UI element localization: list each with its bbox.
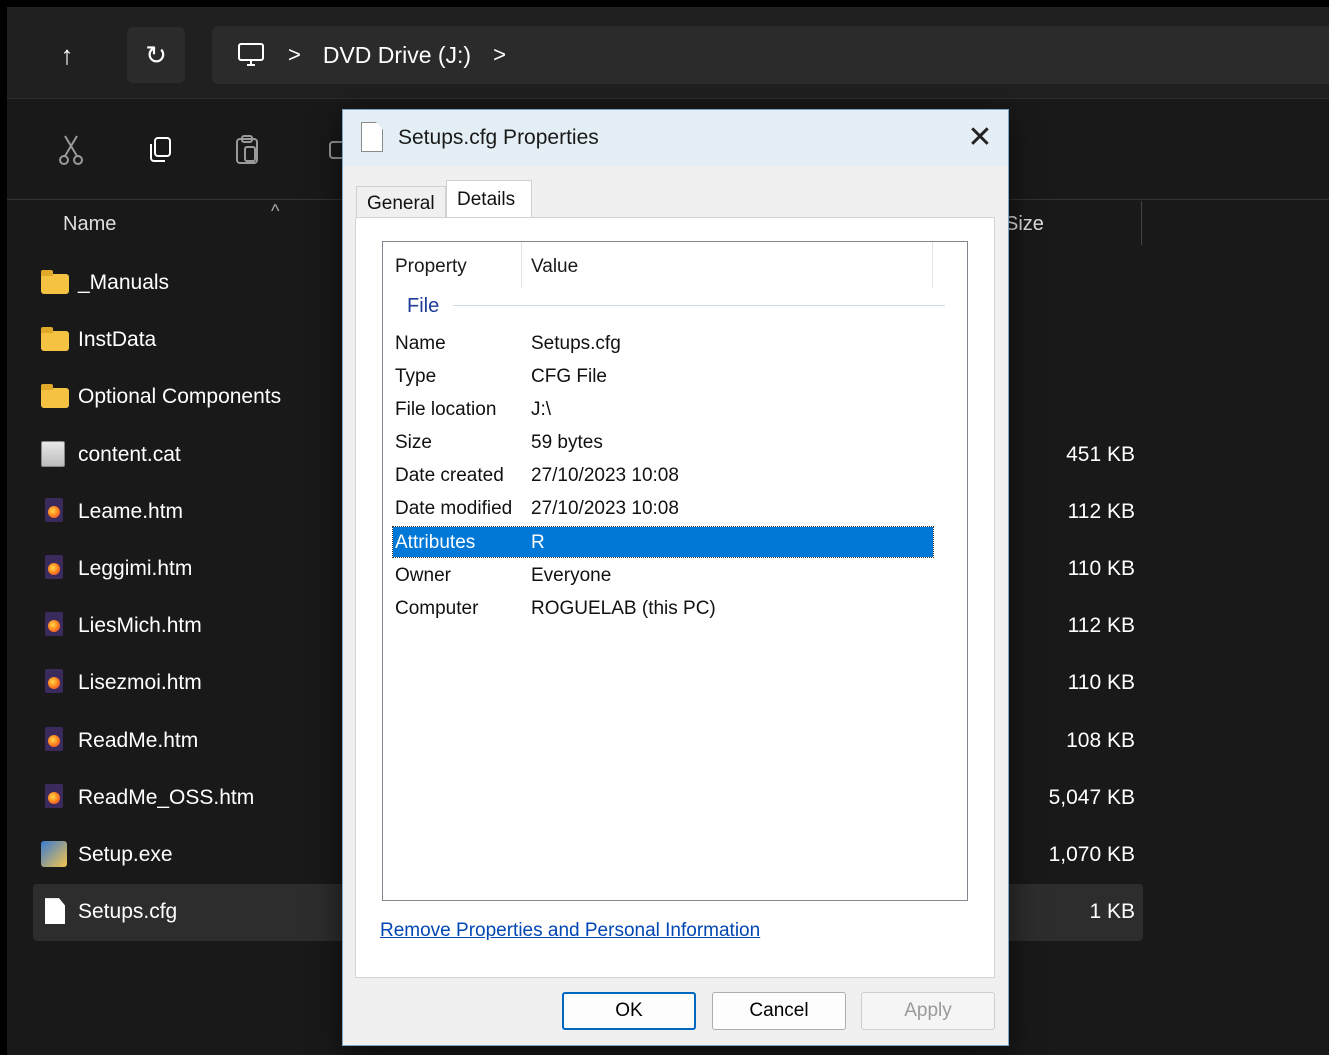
file-size: 108 KB: [1066, 728, 1135, 752]
property-key: Date modified: [395, 498, 513, 519]
property-key: Computer: [395, 598, 479, 619]
document-icon: [361, 122, 383, 152]
property-row[interactable]: Owner Everyone: [393, 560, 933, 590]
file-size: 112 KB: [1067, 499, 1135, 523]
firefox-htm-icon: [45, 669, 63, 694]
file-size: 110 KB: [1067, 556, 1135, 580]
column-divider[interactable]: [1141, 201, 1142, 245]
property-key: Name: [395, 333, 446, 354]
property-key: Owner: [395, 565, 451, 586]
property-value: ROGUELAB (this PC): [531, 598, 716, 619]
property-value: Everyone: [531, 565, 612, 586]
column-header-name[interactable]: Name: [63, 213, 116, 236]
paste-icon[interactable]: [227, 130, 267, 170]
file-size: 112 KB: [1067, 614, 1135, 638]
refresh-button[interactable]: ↻: [127, 27, 185, 83]
tab-general[interactable]: General: [356, 186, 446, 218]
file-name: content.cat: [78, 442, 181, 466]
up-arrow-button[interactable]: ↑: [38, 27, 96, 83]
column-divider[interactable]: [932, 242, 933, 288]
this-pc-icon[interactable]: [236, 42, 266, 68]
breadcrumb[interactable]: > DVD Drive (J:) >: [212, 26, 1329, 84]
property-row[interactable]: Type CFG File: [393, 361, 933, 391]
address-bar-area: ↑ ↻ > DVD Drive (J:) >: [7, 7, 1329, 99]
property-value: R: [531, 532, 545, 553]
file-size: 5,047 KB: [1048, 785, 1135, 809]
ok-button[interactable]: OK: [562, 992, 696, 1030]
dialog-title-bar[interactable]: Setups.cfg Properties ✕: [343, 110, 1008, 166]
property-row[interactable]: Name Setups.cfg: [393, 328, 933, 358]
sort-ascending-icon: ^: [271, 201, 280, 221]
property-row-selected[interactable]: Attributes R: [392, 526, 934, 558]
property-row[interactable]: Computer ROGUELAB (this PC): [393, 593, 933, 623]
tab-details[interactable]: Details: [446, 180, 532, 218]
property-value: 27/10/2023 10:08: [531, 465, 679, 486]
property-value: CFG File: [531, 366, 607, 387]
folder-icon: [41, 327, 69, 352]
firefox-htm-icon: [45, 726, 63, 751]
property-row[interactable]: Date modified 27/10/2023 10:08: [393, 493, 933, 523]
property-key: Size: [395, 432, 432, 453]
file-name: Optional Components: [78, 385, 282, 409]
property-row[interactable]: Size 59 bytes: [393, 427, 933, 457]
breadcrumb-separator[interactable]: >: [288, 42, 301, 68]
file-name: ReadMe_OSS.htm: [78, 785, 255, 809]
document-icon: [45, 898, 65, 925]
file-name: Leggimi.htm: [78, 556, 193, 580]
firefox-htm-icon: [45, 497, 63, 522]
dialog-title: Setups.cfg Properties: [398, 126, 599, 149]
property-key: File location: [395, 399, 497, 420]
group-header-file: File: [407, 295, 440, 317]
file-name: Setups.cfg: [78, 900, 178, 924]
cut-icon[interactable]: [51, 130, 91, 170]
file-size: 451 KB: [1066, 442, 1135, 466]
property-key: Type: [395, 366, 437, 387]
firefox-htm-icon: [45, 783, 63, 808]
firefox-htm-icon: [45, 554, 63, 579]
file-name: Setup.exe: [78, 842, 173, 866]
properties-list-header: Property Value: [383, 242, 933, 290]
property-value: 59 bytes: [531, 432, 603, 453]
column-header-size[interactable]: Size: [1005, 213, 1044, 236]
folder-icon: [41, 384, 69, 409]
file-name: _Manuals: [78, 271, 170, 294]
property-key: Attributes: [395, 532, 476, 553]
breadcrumb-item-dvd-drive[interactable]: DVD Drive (J:): [323, 42, 471, 69]
close-button[interactable]: ✕: [952, 110, 1008, 164]
property-row[interactable]: File location J:\: [393, 394, 933, 424]
properties-list[interactable]: Property Value File Name Setups.cfg Type…: [382, 241, 968, 901]
setup-exe-icon: [41, 840, 67, 867]
catalog-file-icon: [41, 440, 65, 467]
file-name: Leame.htm: [78, 499, 184, 523]
file-size: 1,070 KB: [1048, 842, 1135, 866]
file-name: InstData: [78, 328, 157, 352]
column-header-value[interactable]: Value: [531, 256, 578, 278]
file-name: ReadMe.htm: [78, 728, 199, 752]
apply-button[interactable]: Apply: [861, 992, 995, 1030]
folder-icon: [41, 270, 69, 294]
details-tab-panel: Property Value File Name Setups.cfg Type…: [355, 217, 995, 978]
group-divider: [453, 305, 945, 306]
remove-properties-link[interactable]: Remove Properties and Personal Informati…: [380, 920, 760, 942]
copy-icon[interactable]: [140, 130, 180, 170]
property-value: J:\: [531, 399, 552, 420]
property-key: Date created: [395, 465, 504, 486]
file-size: 1 KB: [1089, 900, 1135, 924]
property-row[interactable]: Date created 27/10/2023 10:08: [393, 460, 933, 490]
file-name: LiesMich.htm: [78, 614, 202, 638]
column-header-property[interactable]: Property: [395, 256, 467, 278]
column-divider[interactable]: [521, 242, 522, 288]
properties-dialog: Setups.cfg Properties ✕ General Details …: [342, 109, 1009, 1046]
property-value: 27/10/2023 10:08: [531, 498, 679, 519]
property-value: Setups.cfg: [531, 333, 621, 354]
breadcrumb-separator[interactable]: >: [493, 42, 506, 68]
firefox-htm-icon: [45, 612, 63, 637]
cancel-button[interactable]: Cancel: [712, 992, 846, 1030]
file-name: Lisezmoi.htm: [78, 671, 202, 695]
file-size: 110 KB: [1067, 671, 1135, 695]
